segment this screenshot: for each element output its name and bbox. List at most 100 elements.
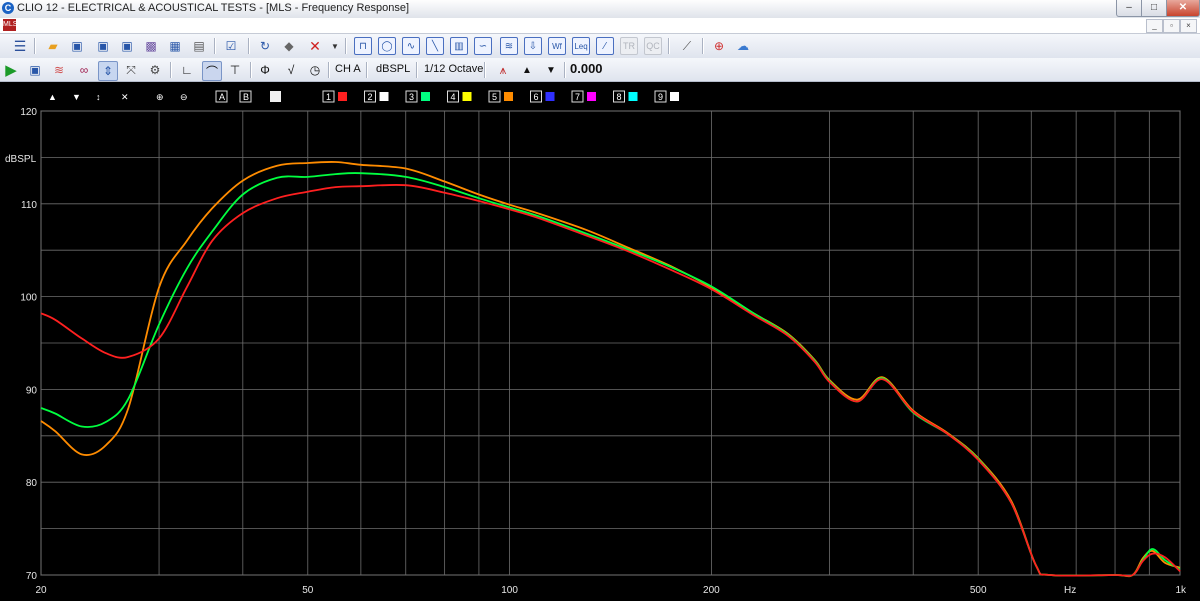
overlay-5-swatch[interactable]: [504, 92, 513, 101]
overlay-7-button[interactable]: 7: [575, 92, 580, 102]
open-file-icon[interactable]: ▰: [44, 37, 62, 55]
refresh-icon[interactable]: ↻: [256, 37, 274, 55]
impulse-icon[interactable]: ∟: [178, 61, 196, 79]
sweep-icon[interactable]: ╲: [426, 37, 444, 55]
minimize-button[interactable]: –: [1116, 0, 1142, 17]
overlay-3-swatch[interactable]: [421, 92, 430, 101]
unit-select[interactable]: dBSPL: [376, 63, 410, 75]
sinusoid-icon[interactable]: ◯: [378, 37, 396, 55]
overlay-8-swatch[interactable]: [628, 92, 638, 101]
mls-icon[interactable]: ⊓: [354, 37, 372, 55]
cloud-help-icon[interactable]: ☁: [734, 37, 752, 55]
calendar-icon[interactable]: ▦: [166, 37, 184, 55]
overlay-9-button[interactable]: 9: [658, 92, 663, 102]
zoom-in-icon[interactable]: ⊕: [156, 92, 164, 102]
polarity-icon[interactable]: √: [282, 61, 300, 79]
toolbar-separator: [366, 62, 368, 78]
expand-vertical-button[interactable]: ↕: [96, 92, 101, 102]
overlay-3-button[interactable]: 3: [409, 92, 414, 102]
scale-down-button[interactable]: ▼: [542, 61, 560, 79]
checklist-icon[interactable]: ☑: [222, 37, 240, 55]
graph-canvas[interactable]: ▲ ▼ ↕ ✕ ⊕ ⊖ A B 1 2 3 4 5 6 7 8 9 120 110 100 90 80 7…: [0, 82, 1200, 601]
overlay-2-button[interactable]: 2: [368, 92, 373, 102]
overlay-4-swatch[interactable]: [462, 92, 472, 101]
overlay-1-button[interactable]: 1: [326, 92, 331, 102]
y-tick-label: 90: [26, 385, 38, 396]
arrow-down-button[interactable]: ▼: [72, 92, 81, 102]
export-icon[interactable]: ▩: [142, 37, 160, 55]
leq-icon[interactable]: Leq: [572, 37, 590, 55]
toolbar-separator: [416, 62, 418, 78]
waterfall-icon[interactable]: ≋: [500, 37, 518, 55]
dropdown-arrow-icon[interactable]: ▼: [326, 37, 344, 55]
value-readout: 0.000: [570, 61, 603, 76]
save-as-icon[interactable]: ▣: [94, 37, 112, 55]
menu-icon[interactable]: ☰: [11, 37, 29, 55]
ruler-icon[interactable]: ⟋: [678, 37, 696, 55]
help-lifebuoy-icon[interactable]: ⊕: [710, 37, 728, 55]
channel-select[interactable]: CH A: [335, 63, 361, 75]
delete-icon[interactable]: ✕: [306, 37, 324, 55]
print-icon[interactable]: ▤: [190, 37, 208, 55]
fft-icon[interactable]: ▥: [450, 37, 468, 55]
tr-icon: TR: [620, 37, 638, 55]
toolbar-separator: [248, 38, 250, 54]
document-icon[interactable]: MLS: [3, 19, 17, 31]
zoom-fit-icon[interactable]: ⤧: [122, 61, 140, 79]
mdi-close-button[interactable]: ×: [1180, 19, 1197, 33]
download-icon[interactable]: ⇩: [524, 37, 542, 55]
sine-icon[interactable]: ∽: [474, 37, 492, 55]
slope-icon[interactable]: ⁄: [596, 37, 614, 55]
overlay-5-button[interactable]: 5: [492, 92, 497, 102]
microphone-icon[interactable]: Φ: [256, 61, 274, 79]
marker-b-button[interactable]: B: [243, 92, 249, 102]
overlay-7-swatch[interactable]: [587, 92, 596, 101]
arrow-up-button[interactable]: ▲: [48, 92, 57, 102]
clock-icon[interactable]: ◷: [306, 61, 324, 79]
overlay-6-button[interactable]: 6: [534, 92, 539, 102]
play-icon[interactable]: ▶: [2, 61, 20, 79]
y-axis-label: dBSPL: [5, 154, 37, 165]
overlay-9-swatch[interactable]: [670, 92, 679, 101]
loop-icon[interactable]: ∞: [75, 61, 93, 79]
overlay-2-swatch[interactable]: [379, 92, 389, 101]
save-icon[interactable]: ▣: [68, 37, 86, 55]
peak-marker-icon[interactable]: ⩚: [494, 61, 512, 79]
clio-logo-icon: C: [2, 2, 14, 14]
marker-a-button[interactable]: A: [219, 92, 225, 102]
overlay-4-button[interactable]: 4: [451, 92, 456, 102]
settings-gear-icon[interactable]: ⚙: [146, 61, 164, 79]
mdi-restore-button[interactable]: ▫: [1163, 19, 1180, 33]
overlay-1-swatch[interactable]: [338, 92, 347, 101]
checkbox-icon[interactable]: [270, 91, 281, 102]
collapse-button[interactable]: ✕: [121, 92, 129, 102]
scale-up-button[interactable]: ▲: [518, 61, 536, 79]
save-measure-icon[interactable]: ▣: [26, 61, 44, 79]
toolbar-separator: [34, 38, 36, 54]
overlay-icon[interactable]: ≋: [50, 61, 68, 79]
mdi-minimize-button[interactable]: _: [1146, 19, 1163, 33]
x-axis-label: Hz: [1064, 585, 1076, 596]
phase-icon[interactable]: ⊤: [226, 61, 244, 79]
save-all-icon[interactable]: ▣: [118, 37, 136, 55]
frequency-response-graph[interactable]: ▲ ▼ ↕ ✕ ⊕ ⊖ A B 1 2 3 4 5 6 7 8 9 120 110 100 90 80 7…: [0, 82, 1200, 601]
zoom-out-icon[interactable]: ⊖: [180, 92, 188, 102]
marker-icon[interactable]: ⇕: [98, 61, 118, 81]
smoothing-select[interactable]: 1/12 Octave: [424, 63, 483, 75]
measurement-toolbar: ▶ ▣ ≋ ∞ ⇕ ⤧ ⚙ ∟ ⌒ ⊤ Φ √ ◷ CH A dBSPL 1/1…: [0, 58, 1200, 82]
toolbar-separator: [564, 62, 566, 78]
eraser-icon[interactable]: ◆: [280, 37, 298, 55]
toolbar-separator: [345, 38, 347, 54]
toolbar-separator: [250, 62, 252, 78]
x-tick-label: 20: [35, 585, 47, 596]
wave-icon[interactable]: ∿: [402, 37, 420, 55]
overlay-8-button[interactable]: 8: [617, 92, 622, 102]
wf-icon[interactable]: Wf: [548, 37, 566, 55]
smoothing-curve-icon[interactable]: ⌒: [202, 61, 222, 81]
x-tick-label: 1k: [1175, 585, 1187, 596]
mdi-bar: MLS _ ▫ ×: [0, 18, 1200, 34]
toolbar-separator: [484, 62, 486, 78]
overlay-6-swatch[interactable]: [545, 92, 555, 101]
maximize-button[interactable]: □: [1141, 0, 1167, 17]
close-button[interactable]: ✕: [1166, 0, 1200, 17]
